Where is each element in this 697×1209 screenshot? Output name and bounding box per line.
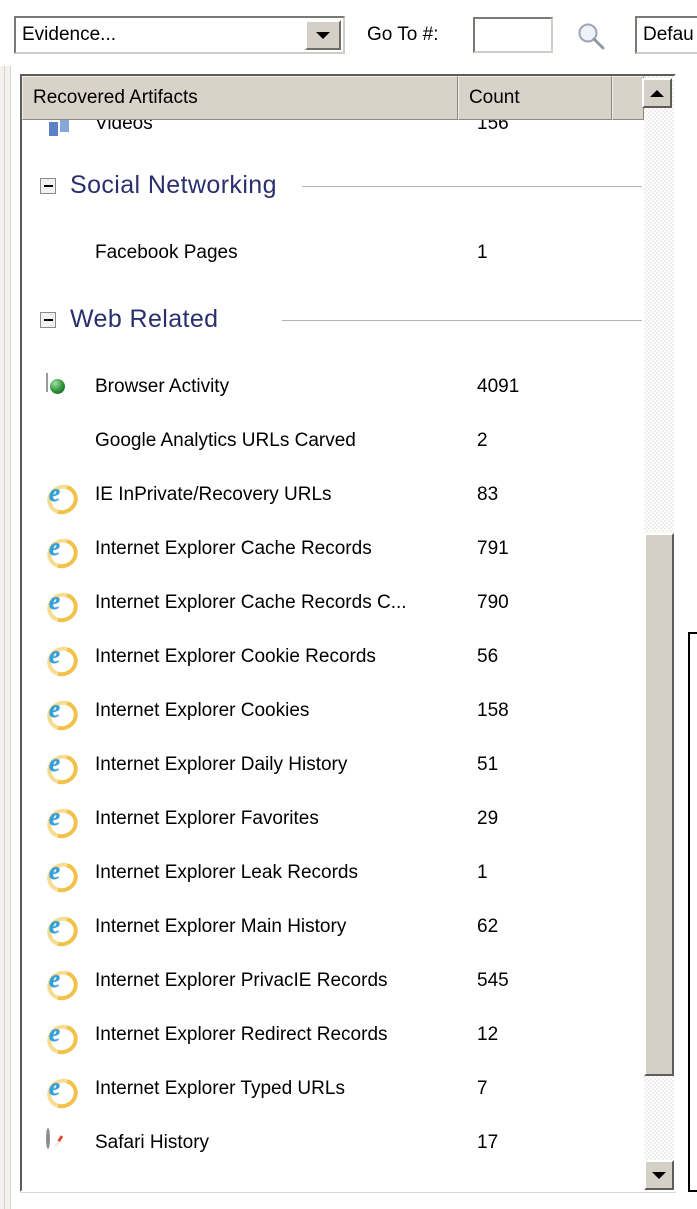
- scroll-down-button[interactable]: [644, 1160, 674, 1190]
- facebook-icon: [46, 240, 72, 266]
- artifact-name: Internet Explorer Redirect Records: [95, 1024, 388, 1045]
- artifact-name: Google Analytics URLs Carved: [95, 430, 356, 451]
- artifact-name: Internet Explorer Cookie Records: [95, 646, 376, 667]
- artifact-count: 51: [477, 754, 499, 775]
- artifact-count: 156: [477, 120, 509, 134]
- artifact-name: Internet Explorer Cache Records C...: [95, 592, 407, 613]
- profile-dropdown[interactable]: Defau: [635, 16, 697, 54]
- section-title: Social Networking: [70, 171, 277, 199]
- column-header-recovered-artifacts[interactable]: Recovered Artifacts: [22, 76, 458, 120]
- section-rule: [282, 320, 642, 321]
- artifact-count: 2: [477, 430, 488, 451]
- artifact-name: Internet Explorer Typed URLs: [95, 1078, 345, 1099]
- window-left-divider-b: [10, 0, 11, 1209]
- artifacts-list[interactable]: Videos 156 Social Networking Facebook Pa…: [22, 120, 644, 1190]
- table-row[interactable]: Facebook Pages 1: [22, 226, 644, 280]
- app-root: Evidence... Go To #: Defau Recovered Art…: [0, 0, 697, 1209]
- internet-explorer-icon: e: [42, 641, 83, 682]
- table-row[interactable]: e Internet Explorer Main History 62: [22, 900, 644, 954]
- google-analytics-icon: [46, 428, 72, 454]
- table-row[interactable]: e Internet Explorer Cache Records 791: [22, 522, 644, 576]
- artifact-count: 12: [477, 1024, 499, 1045]
- internet-explorer-icon: e: [42, 911, 83, 952]
- section-title: Web Related: [70, 305, 219, 333]
- artifact-count: 1: [477, 242, 488, 263]
- artifact-count: 83: [477, 484, 499, 505]
- artifacts-grid: Recovered Artifacts Count Videos 156 Soc…: [20, 74, 676, 1192]
- artifact-name: Internet Explorer PrivacIE Records: [95, 970, 388, 991]
- artifact-name: Internet Explorer Leak Records: [95, 862, 358, 883]
- internet-explorer-icon: e: [42, 1073, 83, 1114]
- internet-explorer-icon: e: [42, 857, 83, 898]
- internet-explorer-icon: e: [42, 965, 83, 1006]
- section-rule: [302, 186, 642, 187]
- artifact-count: 29: [477, 808, 499, 829]
- column-header-filler: [611, 76, 645, 120]
- artifact-name: IE InPrivate/Recovery URLs: [95, 484, 332, 505]
- browser-doc-icon: [46, 373, 72, 400]
- internet-explorer-icon: e: [42, 479, 83, 520]
- table-row[interactable]: e Internet Explorer PrivacIE Records 545: [22, 954, 644, 1008]
- scroll-up-button-top[interactable]: [642, 78, 672, 108]
- chevron-down-icon[interactable]: [305, 20, 341, 50]
- table-row[interactable]: e Internet Explorer Daily History 51: [22, 738, 644, 792]
- internet-explorer-icon: e: [42, 803, 83, 844]
- artifact-name: Internet Explorer Cookies: [95, 700, 310, 721]
- artifact-count: 158: [477, 700, 509, 721]
- artifact-count: 56: [477, 646, 499, 667]
- artifact-name: Videos: [95, 120, 153, 134]
- artifact-count: 62: [477, 916, 499, 937]
- table-row[interactable]: e Internet Explorer Cache Records C... 7…: [22, 576, 644, 630]
- internet-explorer-icon: e: [42, 695, 83, 736]
- goto-label: Go To #:: [367, 24, 439, 45]
- column-header-count[interactable]: Count: [457, 76, 612, 120]
- artifact-count: 545: [477, 970, 509, 991]
- table-row[interactable]: Browser Activity 4091: [22, 360, 644, 414]
- scrollbar-thumb[interactable]: [644, 533, 674, 1076]
- table-row[interactable]: e Internet Explorer Cookie Records 56: [22, 630, 644, 684]
- internet-explorer-icon: e: [42, 587, 83, 628]
- evidence-dropdown-value: Evidence...: [22, 24, 116, 45]
- safari-icon: [46, 1128, 72, 1156]
- table-row[interactable]: e Internet Explorer Leak Records 1: [22, 846, 644, 900]
- toolbar: Evidence... Go To #: Defau: [0, 0, 697, 66]
- collapse-minus-icon[interactable]: [40, 312, 56, 328]
- artifact-name: Internet Explorer Daily History: [95, 754, 348, 775]
- table-row[interactable]: Google Analytics URLs Carved 2: [22, 414, 644, 468]
- table-row[interactable]: e Internet Explorer Favorites 29: [22, 792, 644, 846]
- video-icon: [46, 120, 72, 144]
- collapse-minus-icon[interactable]: [40, 178, 56, 194]
- vertical-scrollbar[interactable]: [644, 76, 674, 1190]
- adjacent-panel: [688, 632, 697, 1192]
- internet-explorer-icon: e: [42, 1019, 83, 1060]
- artifact-count: 17: [477, 1132, 499, 1153]
- table-row[interactable]: Videos 156: [22, 120, 644, 146]
- table-row[interactable]: e Internet Explorer Cookies 158: [22, 684, 644, 738]
- artifact-name: Facebook Pages: [95, 242, 238, 263]
- profile-dropdown-value: Defau: [643, 24, 694, 45]
- artifact-name: Internet Explorer Favorites: [95, 808, 319, 829]
- magnifier-icon[interactable]: [576, 22, 606, 55]
- artifact-name: Internet Explorer Cache Records: [95, 538, 372, 559]
- evidence-dropdown[interactable]: Evidence...: [14, 16, 345, 54]
- artifact-count: 791: [477, 538, 509, 559]
- table-row[interactable]: e Internet Explorer Typed URLs 7: [22, 1062, 644, 1116]
- section-header-social-networking[interactable]: Social Networking: [22, 146, 644, 226]
- artifact-name: Safari History: [95, 1132, 210, 1153]
- artifact-count: 1: [477, 862, 488, 883]
- grid-header-row: Recovered Artifacts Count: [22, 76, 674, 120]
- artifact-name: Browser Activity: [95, 376, 230, 397]
- artifact-count: 790: [477, 592, 509, 613]
- artifact-count: 7: [477, 1078, 488, 1099]
- goto-input[interactable]: [473, 17, 553, 53]
- artifact-count: 4091: [477, 376, 520, 397]
- internet-explorer-icon: e: [42, 749, 83, 790]
- table-row[interactable]: Safari History 17: [22, 1116, 644, 1170]
- internet-explorer-icon: e: [42, 533, 83, 574]
- table-row[interactable]: e IE InPrivate/Recovery URLs 83: [22, 468, 644, 522]
- artifact-name: Internet Explorer Main History: [95, 916, 347, 937]
- section-header-web-related[interactable]: Web Related: [22, 280, 644, 360]
- grid-bottom-edge: [20, 1192, 676, 1203]
- table-row[interactable]: e Internet Explorer Redirect Records 12: [22, 1008, 644, 1062]
